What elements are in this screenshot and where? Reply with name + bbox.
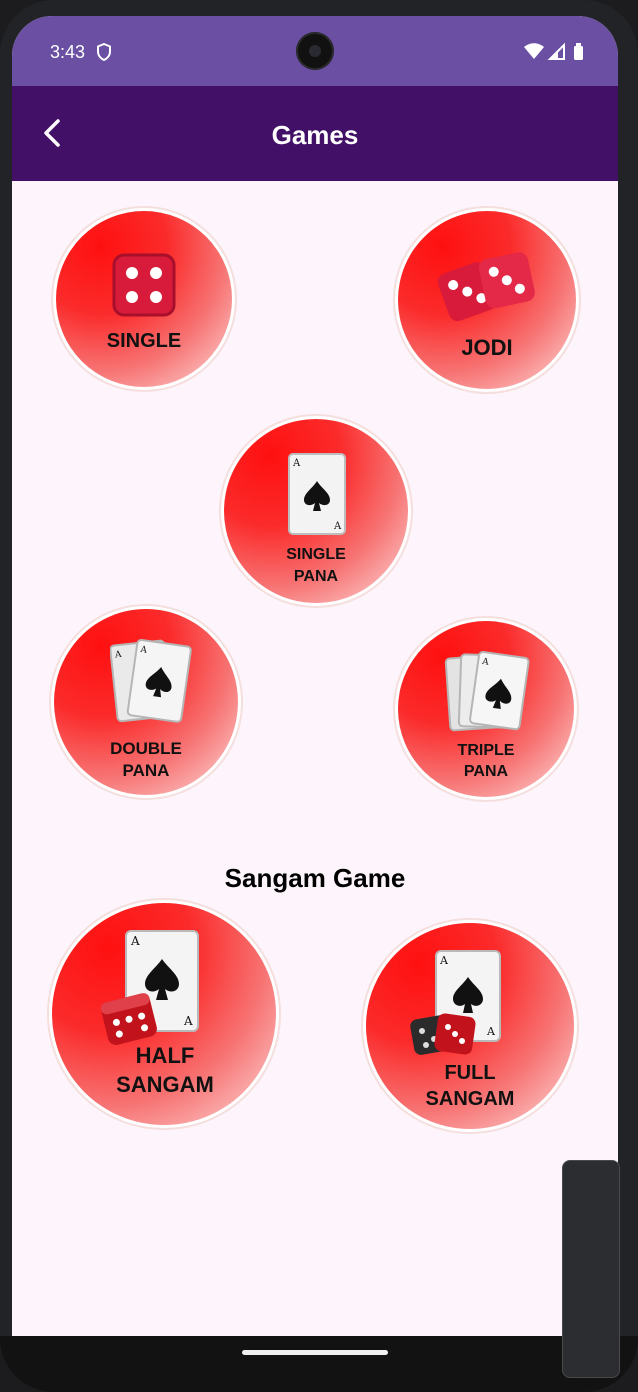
- svg-text:A: A: [183, 1014, 193, 1028]
- svg-text:A: A: [439, 954, 449, 967]
- status-icons: [524, 42, 583, 60]
- game-label-line1: TRIPLE: [457, 742, 515, 759]
- game-label: JODI: [461, 335, 513, 360]
- game-label-line2: PANA: [293, 568, 339, 585]
- status-bar: 3:43: [12, 16, 618, 86]
- front-camera: [296, 32, 334, 70]
- playing-card-icon: A A: [288, 453, 346, 535]
- battery-icon: [574, 43, 583, 60]
- game-label-line1: DOUBLE: [110, 739, 182, 758]
- app-bar: Games: [12, 86, 618, 181]
- dice-icon: [410, 1013, 476, 1055]
- svg-text:A: A: [333, 521, 342, 532]
- svg-text:A: A: [292, 458, 301, 469]
- games-grid: SINGLE JODI A A SINGLE PANA A A DOUBLE P…: [12, 181, 618, 1336]
- shield-icon: [97, 43, 111, 61]
- playing-card-icon: A A: [110, 639, 192, 723]
- game-half-sangam-button[interactable]: A A HALF SANGAM: [52, 903, 276, 1125]
- game-label-line2: SANGAM: [116, 1072, 214, 1097]
- game-single-pana-button[interactable]: A A SINGLE PANA: [224, 419, 408, 603]
- svg-text:A: A: [486, 1025, 496, 1038]
- game-label-line2: PANA: [122, 761, 170, 780]
- dice-icon: [437, 252, 535, 322]
- game-label: SINGLE: [106, 330, 182, 352]
- phone-frame: 3:43 Games SINGLE JODI A A SINGLE PANA A…: [0, 0, 638, 1392]
- side-panel-handle[interactable]: [562, 1160, 620, 1378]
- dice-icon: [100, 993, 157, 1045]
- game-double-pana-button[interactable]: A A DOUBLE PANA: [54, 609, 238, 795]
- playing-card-icon: A: [444, 650, 530, 732]
- home-gesture-handle[interactable]: [242, 1350, 388, 1355]
- game-label-line2: PANA: [463, 763, 509, 780]
- dice-icon: [112, 253, 176, 317]
- wifi-icon: [524, 43, 544, 59]
- game-jodi-button[interactable]: JODI: [398, 211, 576, 389]
- game-full-sangam-button[interactable]: A A FULL SANGAM: [366, 923, 574, 1129]
- game-label-line2: SANGAM: [425, 1088, 515, 1110]
- game-label-line1: FULL: [444, 1062, 496, 1084]
- screen: 3:43 Games SINGLE JODI A A SINGLE PANA A…: [12, 16, 618, 1336]
- game-label-line1: HALF: [135, 1043, 195, 1068]
- game-triple-pana-button[interactable]: A TRIPLE PANA: [398, 621, 574, 797]
- system-nav-bar: [0, 1336, 638, 1392]
- game-label-line1: SINGLE: [286, 546, 346, 563]
- svg-text:A: A: [130, 934, 140, 948]
- page-title: Games: [271, 120, 359, 150]
- game-single-button[interactable]: SINGLE: [56, 211, 232, 387]
- status-time: 3:43: [50, 42, 86, 62]
- signal-icon: [547, 42, 565, 60]
- sangam-section-title: Sangam Game: [224, 863, 406, 893]
